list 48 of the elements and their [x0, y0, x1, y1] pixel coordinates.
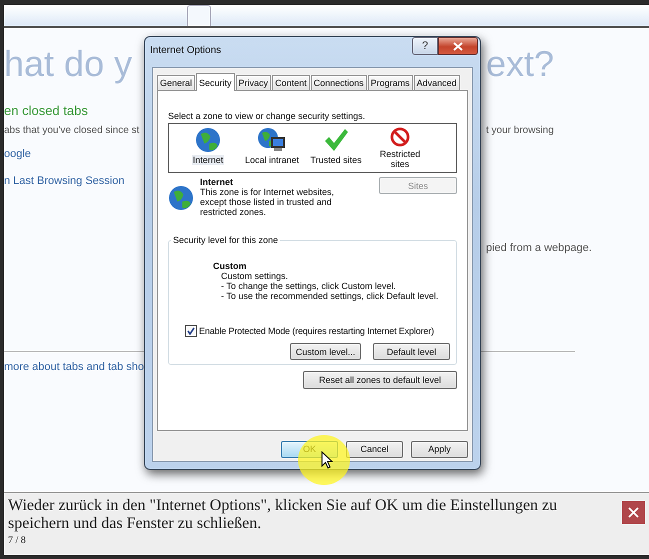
section-title: en closed tabs: [4, 102, 89, 120]
dialog-button[interactable]: Apply: [411, 440, 468, 458]
checkbox[interactable]: [185, 325, 197, 337]
tab[interactable]: Content: [272, 75, 310, 90]
help-button[interactable]: ?: [412, 37, 438, 55]
step-counter: 7 / 8: [8, 535, 27, 546]
globe-icon: [195, 127, 221, 153]
level-description: - To change the settings, click Custom level.: [221, 281, 397, 291]
tab[interactable]: General: [157, 75, 196, 90]
level-button[interactable]: Default level: [373, 343, 450, 360]
globe-monitor-icon: [257, 127, 287, 153]
checkbox-label: Enable Protected Mode (requires restarting Internet Explorer): [199, 326, 434, 336]
close-button[interactable]: [622, 501, 645, 524]
zone-item[interactable]: Restricted sites: [371, 149, 429, 169]
close-icon: [453, 42, 463, 50]
tab[interactable]: Security: [196, 73, 235, 91]
dialog-button[interactable]: Cancel: [346, 440, 403, 458]
page-link[interactable]: more about tabs and tab sho: [4, 352, 144, 378]
zone-prompt: Select a zone to view or change security settings.: [168, 111, 366, 121]
tab[interactable]: Advanced: [414, 75, 460, 90]
zone-item[interactable]: Local intranet: [244, 155, 300, 165]
level-button[interactable]: Custom level...: [290, 343, 361, 360]
page-text: t your browsing: [485, 124, 555, 138]
close-icon: [628, 507, 639, 518]
group-title: Security level for this zone: [172, 235, 280, 245]
page-link[interactable]: n Last Browsing Session: [4, 167, 144, 194]
zone-name: Internet: [200, 177, 234, 187]
level-description: - To use the recommended settings, click Default level.: [221, 291, 440, 301]
page-text: pied from a webpage.: [485, 240, 593, 256]
page-heading: hat do y: [4, 42, 134, 86]
close-button[interactable]: [438, 37, 478, 55]
level-description: Custom settings.: [221, 271, 290, 281]
zone-item[interactable]: Internet: [192, 155, 224, 165]
tab[interactable]: Programs: [368, 75, 413, 90]
page-text: abs that you've closed since st: [4, 124, 140, 138]
tab[interactable]: Connections: [310, 75, 367, 90]
page-heading: ext?: [485, 42, 556, 86]
checkmark-icon: [323, 127, 349, 153]
page-link[interactable]: oogle: [4, 140, 144, 167]
zone-item[interactable]: Trusted sites: [309, 155, 363, 165]
globe-icon: [168, 185, 194, 211]
tab[interactable]: Privacy: [236, 75, 272, 90]
zone-description: This zone is for Internet websites, except those listed in trusted and restricted zones.: [200, 187, 336, 217]
level-name: Custom: [213, 261, 248, 271]
caption-text: Wieder zurück in den "Internet Options", klicken Sie auf OK um die Einstellungen zu speichern und das Fenster zu schließen.: [8, 497, 558, 533]
reset-button[interactable]: Reset all zones to default level: [303, 371, 457, 389]
window-title: Internet Options: [150, 45, 222, 56]
cursor-icon: [321, 451, 333, 469]
